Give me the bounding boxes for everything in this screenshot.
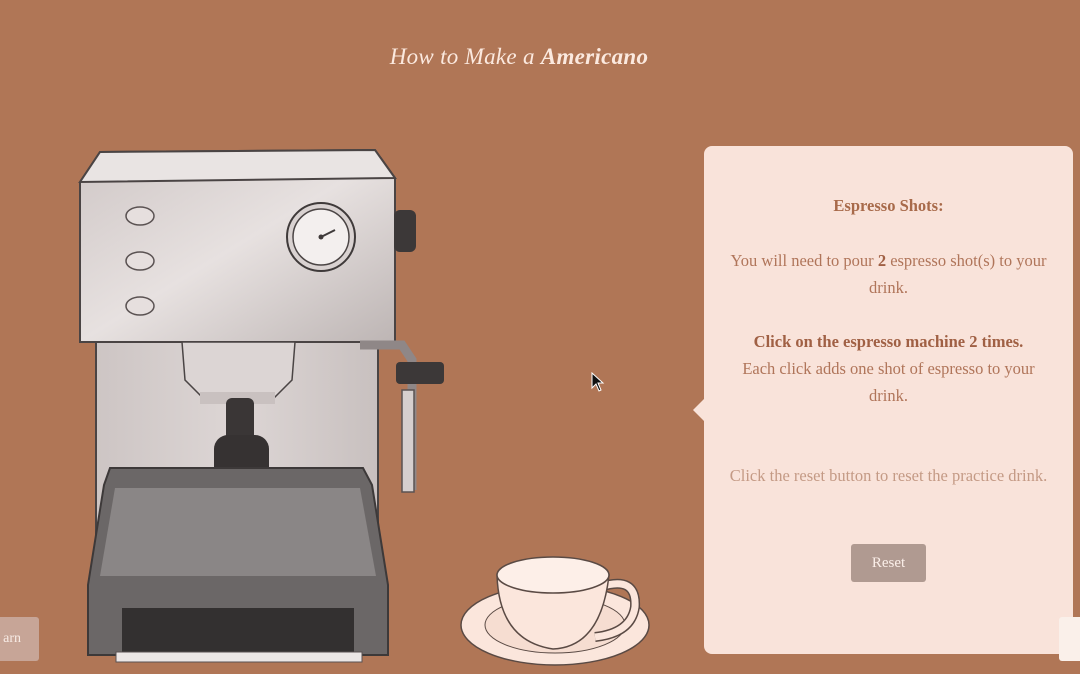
control-buttons (125, 206, 155, 316)
panel-heading: Espresso Shots: (833, 196, 944, 215)
page-title: How to Make a Americano (0, 44, 1038, 70)
espresso-machine[interactable] (60, 140, 460, 670)
reset-hint: Click the reset button to reset the prac… (729, 466, 1048, 485)
learn-button[interactable]: arn (0, 617, 39, 661)
shot-instruction: You will need to pour 2 espresso shot(s)… (724, 247, 1053, 301)
instruction-pre: You will need to pour (730, 251, 878, 270)
click-detail: Each click adds one shot of espresso to … (742, 359, 1035, 405)
instruction-post: espresso shot(s) to your drink. (869, 251, 1047, 297)
click-instruction: Click on the espresso machine 2 times. (753, 332, 1024, 351)
side-knob (394, 210, 416, 252)
next-button[interactable] (1059, 617, 1080, 661)
click-instruction-block: Click on the espresso machine 2 times. Ea… (724, 328, 1053, 409)
reset-button[interactable]: Reset (851, 544, 926, 582)
shot-count: 2 (877, 251, 887, 270)
instruction-panel: Espresso Shots: You will need to pour 2 … (693, 146, 1073, 654)
title-prefix: How to Make a (389, 44, 541, 69)
drip-tray-base (87, 467, 389, 663)
coffee-cup-icon (460, 556, 650, 666)
mouse-cursor-icon (591, 372, 605, 392)
learn-button-label: arn (3, 631, 21, 646)
title-drink: Americano (540, 44, 649, 69)
group-head (181, 341, 296, 404)
pressure-gauge-icon (286, 202, 356, 272)
